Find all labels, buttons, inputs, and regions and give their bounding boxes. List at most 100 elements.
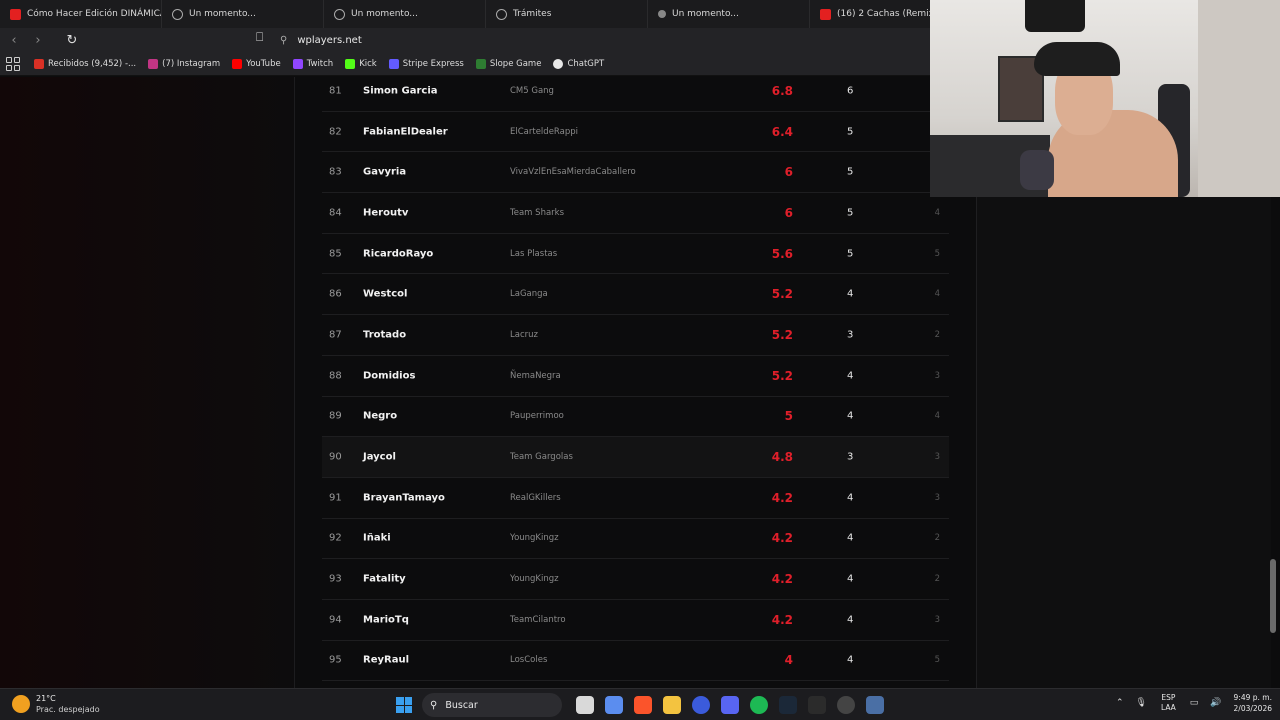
player-name[interactable]: MarioTq xyxy=(363,614,409,625)
site-settings-icon[interactable]: ⚲ xyxy=(280,35,287,46)
score-cell: 5.6 xyxy=(771,246,793,261)
player-name[interactable]: Domidios xyxy=(363,370,415,381)
weather-condition: Prac. despejado xyxy=(36,705,100,714)
team-name: ÑemaNegra xyxy=(510,370,561,381)
player-name[interactable]: Negro xyxy=(363,411,397,422)
browser-tab[interactable]: Cómo Hacer Edición DINÁMICA Niv xyxy=(0,0,162,28)
reload-icon[interactable]: ↻ xyxy=(62,30,82,50)
player-name[interactable]: Simon Garcia xyxy=(363,85,438,96)
player-name[interactable]: Fatality xyxy=(363,574,406,585)
table-row-hovered[interactable]: 90 Jaycol Team Gargolas 4.8 3 3 xyxy=(322,437,949,478)
language-indicator[interactable]: ESP LAA xyxy=(1161,693,1176,713)
score-cell: 6.4 xyxy=(771,124,793,139)
score-cell: 4.2 xyxy=(771,490,793,505)
chevron-up-icon[interactable]: ⌃ xyxy=(1116,698,1124,708)
player-name[interactable]: FabianElDealer xyxy=(363,126,448,137)
brave-browser-icon[interactable] xyxy=(633,696,652,714)
player-name[interactable]: Iñaki xyxy=(363,533,391,544)
table-row[interactable]: 84 Heroutv Team Sharks 6 5 4 xyxy=(322,193,949,234)
table-row[interactable]: 95 ReyRaul LosColes 4 4 5 xyxy=(322,641,949,682)
rank-cell: 87 xyxy=(329,329,342,341)
audio-app-icon[interactable] xyxy=(807,696,826,714)
youtube-icon xyxy=(820,8,831,20)
page-scrollbar[interactable] xyxy=(1270,559,1276,633)
bookmark-icon[interactable]: ⎕ xyxy=(256,30,263,45)
score-cell: 4.2 xyxy=(771,572,793,587)
rank-cell: 85 xyxy=(329,248,342,260)
table-row[interactable]: 86 Westcol LaGanga 5.2 4 4 xyxy=(322,274,949,316)
stat-cell-secondary: 4 xyxy=(934,289,940,300)
browser-tab[interactable]: Un momento... xyxy=(648,0,810,28)
table-row[interactable]: 81 Simon Garcia CM5 Gang 6.8 6 xyxy=(322,77,949,112)
microphone-icon[interactable]: 🎙 xyxy=(1136,698,1147,708)
stat-cell: 3 xyxy=(847,451,854,463)
clock[interactable]: 9:49 p. m. 2/03/2026 xyxy=(1234,692,1272,714)
player-name[interactable]: Westcol xyxy=(363,289,407,300)
file-explorer-icon[interactable] xyxy=(662,696,681,714)
stat-cell-secondary: 4 xyxy=(934,207,940,218)
team-name: Lacruz xyxy=(510,329,538,340)
table-row[interactable]: 91 BrayanTamayo RealGKillers 4.2 4 3 xyxy=(322,478,949,519)
vpn-icon[interactable] xyxy=(865,696,884,714)
network-icon[interactable]: ▭ xyxy=(1190,698,1199,708)
spotify-icon[interactable] xyxy=(749,696,768,714)
browser-tab[interactable]: Un momento... xyxy=(162,0,324,28)
instagram-icon xyxy=(148,58,159,69)
table-row[interactable]: 88 Domidios ÑemaNegra 5.2 4 3 xyxy=(322,356,949,397)
globe-icon xyxy=(496,8,507,20)
bookmark-instagram[interactable]: (7) Instagram xyxy=(148,58,220,69)
team-name: TeamCilantro xyxy=(510,614,566,625)
obs-icon[interactable] xyxy=(836,696,855,714)
table-row[interactable]: 93 Fatality YoungKingz 4.2 4 2 xyxy=(322,559,949,600)
table-row[interactable]: 82 FabianElDealer ElCartelde​Rappi 6.4 5 xyxy=(322,112,949,153)
table-row[interactable]: 92 Iñaki YoungKingz 4.2 4 2 xyxy=(322,519,949,560)
player-name[interactable]: Trotado xyxy=(363,329,406,340)
table-row[interactable]: 85 RicardoRayo Las Plastas 5.6 5 5 xyxy=(322,234,949,275)
stat-cell: 4 xyxy=(847,573,854,585)
stat-cell: 4 xyxy=(847,410,854,422)
speaker-icon[interactable]: 🔊 xyxy=(1210,698,1221,708)
slope-game-icon xyxy=(475,58,486,69)
bookmark-stripe-express[interactable]: Stripe Express xyxy=(388,58,464,69)
browser-tab[interactable]: Trámites xyxy=(486,0,648,28)
player-name[interactable]: RicardoRayo xyxy=(363,248,433,259)
bookmark-kick[interactable]: Kick xyxy=(345,58,377,69)
stat-cell: 4 xyxy=(847,288,854,300)
windows-start-icon[interactable] xyxy=(396,697,412,713)
table-row[interactable]: 89 Negro Pauperrimoo 5 4 4 xyxy=(322,397,949,438)
stat-cell: 5 xyxy=(847,248,854,260)
copilot-icon[interactable] xyxy=(604,696,623,714)
player-name[interactable]: Heroutv xyxy=(363,207,408,218)
table-row[interactable]: 87 Trotado Lacruz 5.2 3 2 xyxy=(322,315,949,356)
stat-cell-secondary: 3 xyxy=(934,614,940,625)
discord-icon[interactable] xyxy=(720,696,739,714)
back-arrow-icon[interactable]: ‹ xyxy=(4,30,24,50)
rank-cell: 93 xyxy=(329,573,342,585)
weather-widget[interactable]: 21°C Prac. despejado xyxy=(12,693,100,715)
table-row[interactable]: 83 Gavyria VivaVzlEnEsaMierdaCaballero 6… xyxy=(322,152,949,194)
bookmark-chatgpt[interactable]: ChatGPT xyxy=(553,58,604,69)
address-bar[interactable]: ⚲ wplayers.net xyxy=(280,30,362,50)
bookmark-slope-game[interactable]: Slope Game xyxy=(475,58,541,69)
gmail-icon xyxy=(34,58,44,69)
left-panel xyxy=(0,77,295,688)
browser-tab[interactable]: Un momento... xyxy=(324,0,486,28)
bookmark-twitch[interactable]: Twitch xyxy=(292,58,333,69)
app-icon[interactable] xyxy=(691,696,710,714)
team-name: LosColes xyxy=(510,655,548,666)
rank-cell: 90 xyxy=(329,451,342,463)
stat-cell: 4 xyxy=(847,370,854,382)
bookmark-youtube[interactable]: YouTube xyxy=(232,58,281,69)
task-view-icon[interactable] xyxy=(575,696,594,714)
player-name[interactable]: Jaycol xyxy=(363,452,396,463)
bookmark-gmail[interactable]: Recibidos (9,452) -... xyxy=(34,58,136,69)
table-row[interactable]: 94 MarioTq TeamCilantro 4.2 4 3 xyxy=(322,600,949,641)
rank-cell: 95 xyxy=(329,654,342,666)
apps-grid-icon[interactable] xyxy=(6,56,20,71)
player-name[interactable]: Gavyria xyxy=(363,167,406,178)
player-name[interactable]: ReyRaul xyxy=(363,655,409,666)
steam-icon[interactable] xyxy=(778,696,797,714)
forward-arrow-icon[interactable]: › xyxy=(28,30,48,50)
player-name[interactable]: BrayanTamayo xyxy=(363,492,445,503)
taskbar-search[interactable]: ⚲ Buscar xyxy=(422,693,562,717)
